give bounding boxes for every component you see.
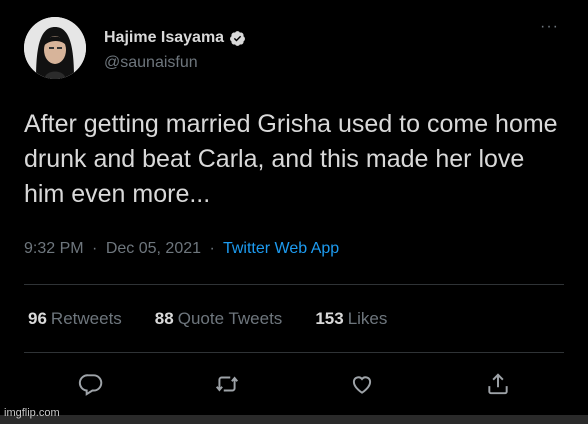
quote-tweets-label: Quote Tweets — [177, 309, 283, 328]
imgflip-watermark: imgflip.com — [4, 407, 60, 419]
tweet-source-link[interactable]: Twitter Web App — [223, 240, 339, 257]
avatar[interactable] — [24, 17, 86, 79]
tweet-date[interactable]: Dec 05, 2021 — [106, 240, 201, 257]
retweets-label: Retweets — [50, 309, 122, 328]
author-name-row: Hajime Isayama — [104, 29, 246, 47]
tweet-time[interactable]: 9:32 PM — [24, 240, 84, 257]
retweets-count: 96 — [28, 309, 47, 328]
meta-separator: · — [92, 240, 98, 257]
likes-label: Likes — [347, 309, 388, 328]
quote-tweets-stat[interactable]: 88 Quote Tweets — [155, 309, 283, 329]
more-options-icon[interactable]: ··· — [540, 19, 559, 35]
author-display-name[interactable]: Hajime Isayama — [104, 29, 224, 47]
meta-separator: · — [209, 240, 215, 257]
watermark-bar — [0, 415, 588, 424]
share-icon[interactable] — [485, 371, 511, 397]
quote-tweets-count: 88 — [154, 309, 174, 328]
tweet-card: Hajime Isayama @saunaisfun ··· After get… — [0, 0, 588, 415]
verified-badge-icon — [229, 30, 246, 47]
retweet-icon[interactable] — [214, 371, 240, 397]
likes-stat[interactable]: 153 Likes — [315, 309, 387, 329]
like-icon[interactable] — [349, 371, 375, 397]
divider — [24, 352, 564, 353]
tweet-stats: 96 Retweets 88 Quote Tweets 153 Likes — [28, 309, 420, 329]
tweet-meta: 9:32 PM · Dec 05, 2021 · Twitter Web App — [24, 240, 339, 258]
avatar-image — [24, 17, 86, 79]
reply-icon[interactable] — [78, 371, 104, 397]
tweet-text: After getting married Grisha used to com… — [24, 110, 558, 208]
tweet-actions — [0, 371, 588, 397]
retweets-stat[interactable]: 96 Retweets — [28, 309, 122, 329]
divider — [24, 284, 564, 285]
likes-count: 153 — [315, 309, 344, 328]
author-handle[interactable]: @saunaisfun — [104, 54, 198, 72]
